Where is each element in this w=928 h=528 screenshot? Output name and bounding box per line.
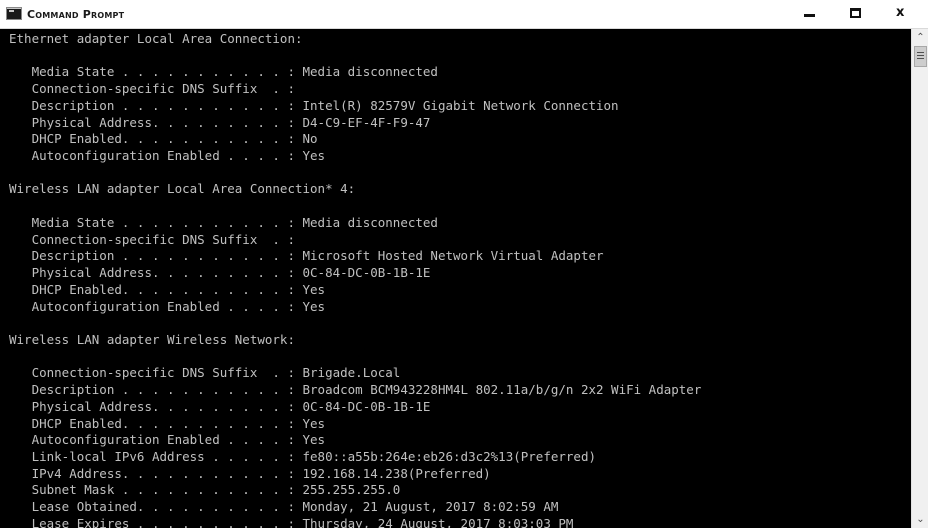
console-line: Media State . . . . . . . . . . . : Medi… — [9, 214, 438, 230]
console-app-icon[interactable] — [6, 7, 22, 20]
console-line: Link-local IPv6 Address . . . . . : fe80… — [9, 448, 596, 464]
maximize-icon — [850, 8, 861, 18]
command-prompt-window: Command Prompt x Ethernet adapter Local … — [0, 0, 928, 528]
thumb-grip-icon — [917, 52, 924, 61]
console-line: Physical Address. . . . . . . . . : D4-C… — [9, 114, 431, 130]
console-line: Lease Expires . . . . . . . . . . : Thur… — [9, 515, 574, 528]
scroll-up-button[interactable]: ⌃ — [913, 29, 928, 46]
console-text: Ethernet adapter Local Area Connection: … — [9, 31, 701, 528]
maximize-button[interactable] — [832, 0, 878, 28]
minimize-button[interactable] — [786, 0, 832, 28]
console-line: Connection-specific DNS Suffix . : — [9, 81, 295, 97]
chevron-up-icon: ⌃ — [916, 32, 925, 43]
console-line: DHCP Enabled. . . . . . . . . . . : Yes — [9, 281, 326, 297]
window-title: Command Prompt — [27, 8, 125, 21]
console-line: DHCP Enabled. . . . . . . . . . . : Yes — [9, 415, 326, 431]
vertical-scrollbar[interactable]: ⌃ ⌄ — [911, 29, 928, 528]
chevron-down-icon: ⌄ — [916, 514, 925, 525]
scroll-thumb[interactable] — [914, 46, 927, 67]
scroll-down-button[interactable]: ⌄ — [913, 511, 928, 528]
console-line: IPv4 Address. . . . . . . . . . . : 192.… — [9, 465, 491, 481]
console-line: DHCP Enabled. . . . . . . . . . . : No — [9, 131, 318, 147]
console-line: Description . . . . . . . . . . . : Micr… — [9, 248, 604, 264]
console-line: Connection-specific DNS Suffix . : — [9, 231, 295, 247]
close-icon: x — [896, 5, 905, 20]
console-line: Description . . . . . . . . . . . : Broa… — [9, 382, 702, 398]
minimize-icon — [804, 14, 815, 17]
console-line: Lease Obtained. . . . . . . . . . : Mond… — [9, 499, 559, 515]
console-line: Description . . . . . . . . . . . : Inte… — [9, 97, 619, 113]
console-line: Autoconfiguration Enabled . . . . : Yes — [9, 298, 326, 314]
console-line: Physical Address. . . . . . . . . : 0C-8… — [9, 398, 431, 414]
console-line: Wireless LAN adapter Wireless Network: — [9, 331, 295, 347]
console-line: Ethernet adapter Local Area Connection: — [9, 31, 303, 46]
close-button[interactable]: x — [880, 0, 926, 28]
console-line: Autoconfiguration Enabled . . . . : Yes — [9, 148, 326, 164]
console-line: Connection-specific DNS Suffix . : Briga… — [9, 365, 401, 381]
console-line: Physical Address. . . . . . . . . : 0C-8… — [9, 265, 431, 281]
title-bar[interactable]: Command Prompt x — [0, 0, 928, 29]
console-line: Autoconfiguration Enabled . . . . : Yes — [9, 432, 326, 448]
console-line: Subnet Mask . . . . . . . . . . . : 255.… — [9, 482, 401, 498]
console-output[interactable]: Ethernet adapter Local Area Connection: … — [0, 29, 911, 528]
console-line: Media State . . . . . . . . . . . : Medi… — [9, 64, 438, 80]
console-line: Wireless LAN adapter Local Area Connecti… — [9, 181, 356, 197]
